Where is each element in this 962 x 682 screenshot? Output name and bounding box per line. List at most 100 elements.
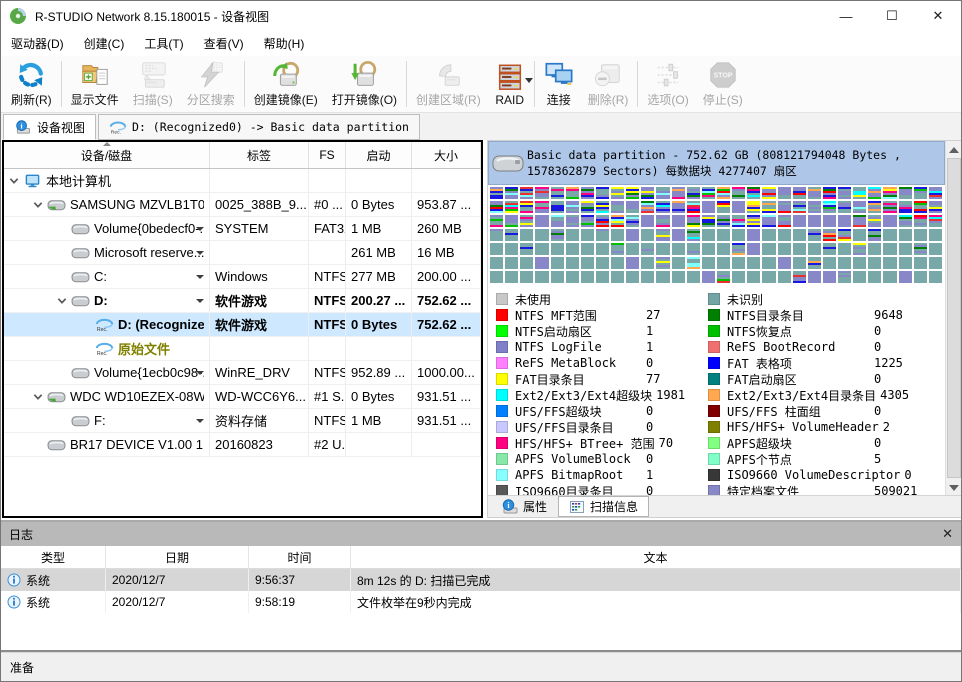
block-map[interactable] [490, 187, 942, 283]
dropdown-caret-icon[interactable] [525, 78, 533, 83]
toolbar-button-connect[interactable]: 连接 [537, 58, 581, 110]
fs-cell: NTFS [309, 409, 346, 433]
map-block [899, 271, 912, 283]
tree-row-1[interactable]: SAMSUNG MZVLB1T0...0025_388B_9...#0 ...0… [4, 193, 481, 217]
toolbar-button-label: 停止(S) [703, 91, 743, 108]
expand-chevron-icon[interactable] [32, 391, 44, 403]
scroll-down-icon[interactable] [949, 485, 959, 491]
map-block [611, 201, 624, 213]
tab-label: 设备视图 [37, 119, 85, 136]
label-cell: 软件游戏 [210, 313, 309, 337]
log-column-header-3[interactable]: 文本 [351, 546, 961, 568]
map-block [596, 271, 609, 283]
legend-color-chip [496, 293, 508, 305]
legend-color-chip [496, 373, 508, 385]
volume-dropdown-icon[interactable] [196, 275, 204, 279]
scroll-up-icon[interactable] [949, 147, 959, 153]
map-block [853, 257, 866, 269]
map-block [535, 187, 548, 199]
tab-device-view[interactable]: i设备视图 [3, 114, 96, 140]
legend-entry-right-8: HFS/HFS+ VolumeHeader2 [708, 419, 945, 435]
fs-cell [309, 241, 346, 265]
toolbar-button-create-region[interactable]: 创建区域(R) [409, 58, 488, 110]
tree-row-6[interactable]: Rec.D: (Recognize...软件游戏NTFS0 Bytes752.6… [4, 313, 481, 337]
menu-item-3[interactable]: 查看(V) [194, 31, 254, 56]
size-cell: 931.51 ... [412, 409, 481, 433]
vertical-scrollbar[interactable] [945, 141, 962, 497]
map-block [868, 187, 881, 199]
log-column-header-2[interactable]: 时间 [249, 546, 351, 568]
tree-row-2[interactable]: Volume{0bedecf0-...SYSTEMFAT321 MB260 MB [4, 217, 481, 241]
expand-chevron-icon[interactable] [56, 295, 68, 307]
tree-row-11[interactable]: BR17 DEVICE V1.00 1....20160823#2 U... [4, 433, 481, 457]
tree-row-0[interactable]: 本地计算机 [4, 169, 481, 193]
scrollbar-thumb[interactable] [947, 158, 961, 478]
size-cell [412, 337, 481, 361]
toolbar-button-label: 打开镜像(O) [332, 91, 397, 108]
close-button[interactable]: ✕ [915, 1, 961, 31]
log-row-0[interactable]: 系统2020/12/79:56:378m 12s 的 D: 扫描已完成 [1, 569, 961, 591]
volume-dropdown-icon[interactable] [196, 419, 204, 423]
tree-row-4[interactable]: C:WindowsNTFS277 MB200.00 ... [4, 265, 481, 289]
log-close-icon[interactable]: ✕ [942, 526, 953, 542]
toolbar-button-show-files[interactable]: 显示文件 [64, 58, 126, 110]
log-column-header-0[interactable]: 类型 [1, 546, 106, 568]
svg-text:Rec.: Rec. [97, 351, 108, 356]
menu-item-4[interactable]: 帮助(H) [254, 31, 315, 56]
volume-dropdown-icon[interactable] [196, 371, 204, 375]
log-column-header-1[interactable]: 日期 [106, 546, 249, 568]
menu-item-2[interactable]: 工具(T) [134, 31, 193, 56]
map-block [823, 215, 836, 227]
tab-recognized-partition[interactable]: Rec.D: (Recognized0) -> Basic data parti… [98, 114, 420, 140]
tree-column-header-1[interactable]: 标签 [210, 142, 309, 168]
toolbar-button-label: 显示文件 [71, 91, 119, 108]
legend-entry-left-7: UFS/FFS超级块0 [496, 403, 704, 419]
maximize-button[interactable]: ☐ [869, 1, 915, 31]
map-block [520, 215, 533, 227]
title-bar[interactable]: R-STUDIO Network 8.15.180015 - 设备视图 —☐✕ [1, 1, 961, 31]
map-block [793, 243, 806, 255]
expand-chevron-icon[interactable] [32, 199, 44, 211]
tree-row-9[interactable]: WDC WD10EZEX-08W...WD-WCC6Y6...#1 S...0 … [4, 385, 481, 409]
tree-row-3[interactable]: Microsoft reserve...261 MB16 MB [4, 241, 481, 265]
toolbar-button-scan[interactable]: 扫描(S) [126, 58, 180, 110]
toolbar-button-delete[interactable]: 删除(R) [581, 58, 636, 110]
map-block [914, 215, 927, 227]
menu-item-1[interactable]: 创建(C) [74, 31, 135, 56]
tab-properties[interactable]: i属性 [491, 496, 558, 517]
toolbar-button-stop[interactable]: STOP停止(S) [696, 58, 750, 110]
minimize-button[interactable]: — [823, 1, 869, 31]
disk-icon [71, 414, 90, 428]
toolbar-button-partition-search[interactable]: 分区搜索 [180, 58, 242, 110]
tree-column-header-3[interactable]: 启动 [346, 142, 412, 168]
tree-column-header-4[interactable]: 大小 [412, 142, 481, 168]
log-body: 系统2020/12/79:56:378m 12s 的 D: 扫描已完成系统202… [1, 569, 961, 613]
tree-column-header-2[interactable]: FS [309, 142, 346, 168]
tree-row-10[interactable]: F:资料存储NTFS1 MB931.51 ... [4, 409, 481, 433]
expand-chevron-icon[interactable] [8, 175, 20, 187]
map-block [672, 187, 685, 199]
start-cell [346, 433, 412, 457]
map-block [490, 229, 503, 241]
toolbar-button-open-image[interactable]: 打开镜像(O) [325, 58, 404, 110]
toolbar-button-options[interactable]: 选项(O) [640, 58, 695, 110]
toolbar-button-refresh[interactable]: 刷新(R) [4, 58, 59, 110]
map-block [929, 243, 942, 255]
tree-column-header-0[interactable]: 设备/磁盘 [4, 142, 210, 168]
volume-dropdown-icon[interactable] [196, 227, 204, 231]
tree-row-7[interactable]: Rec.原始文件 [4, 337, 481, 361]
legend-color-chip [708, 309, 720, 321]
menu-item-0[interactable]: 驱动器(D) [1, 31, 74, 56]
volume-dropdown-icon[interactable] [196, 251, 204, 255]
map-block [808, 257, 821, 269]
volume-dropdown-icon[interactable] [196, 299, 204, 303]
toolbar-button-create-image[interactable]: 创建镜像(E) [247, 58, 325, 110]
tree-row-5[interactable]: D:软件游戏NTFS200.27 ...752.62 ... [4, 289, 481, 313]
map-block [914, 271, 927, 283]
toolbar-button-raid[interactable]: RAID [488, 58, 532, 110]
tab-scan-info[interactable]: 扫描信息 [558, 496, 649, 517]
tree-row-8[interactable]: Volume{1ecb0c98-...WinRE_DRVNTFS952.89 .… [4, 361, 481, 385]
map-block [762, 271, 775, 283]
log-row-1[interactable]: 系统2020/12/79:58:19文件枚举在9秒内完成 [1, 591, 961, 613]
log-type-text: 系统 [26, 572, 50, 589]
